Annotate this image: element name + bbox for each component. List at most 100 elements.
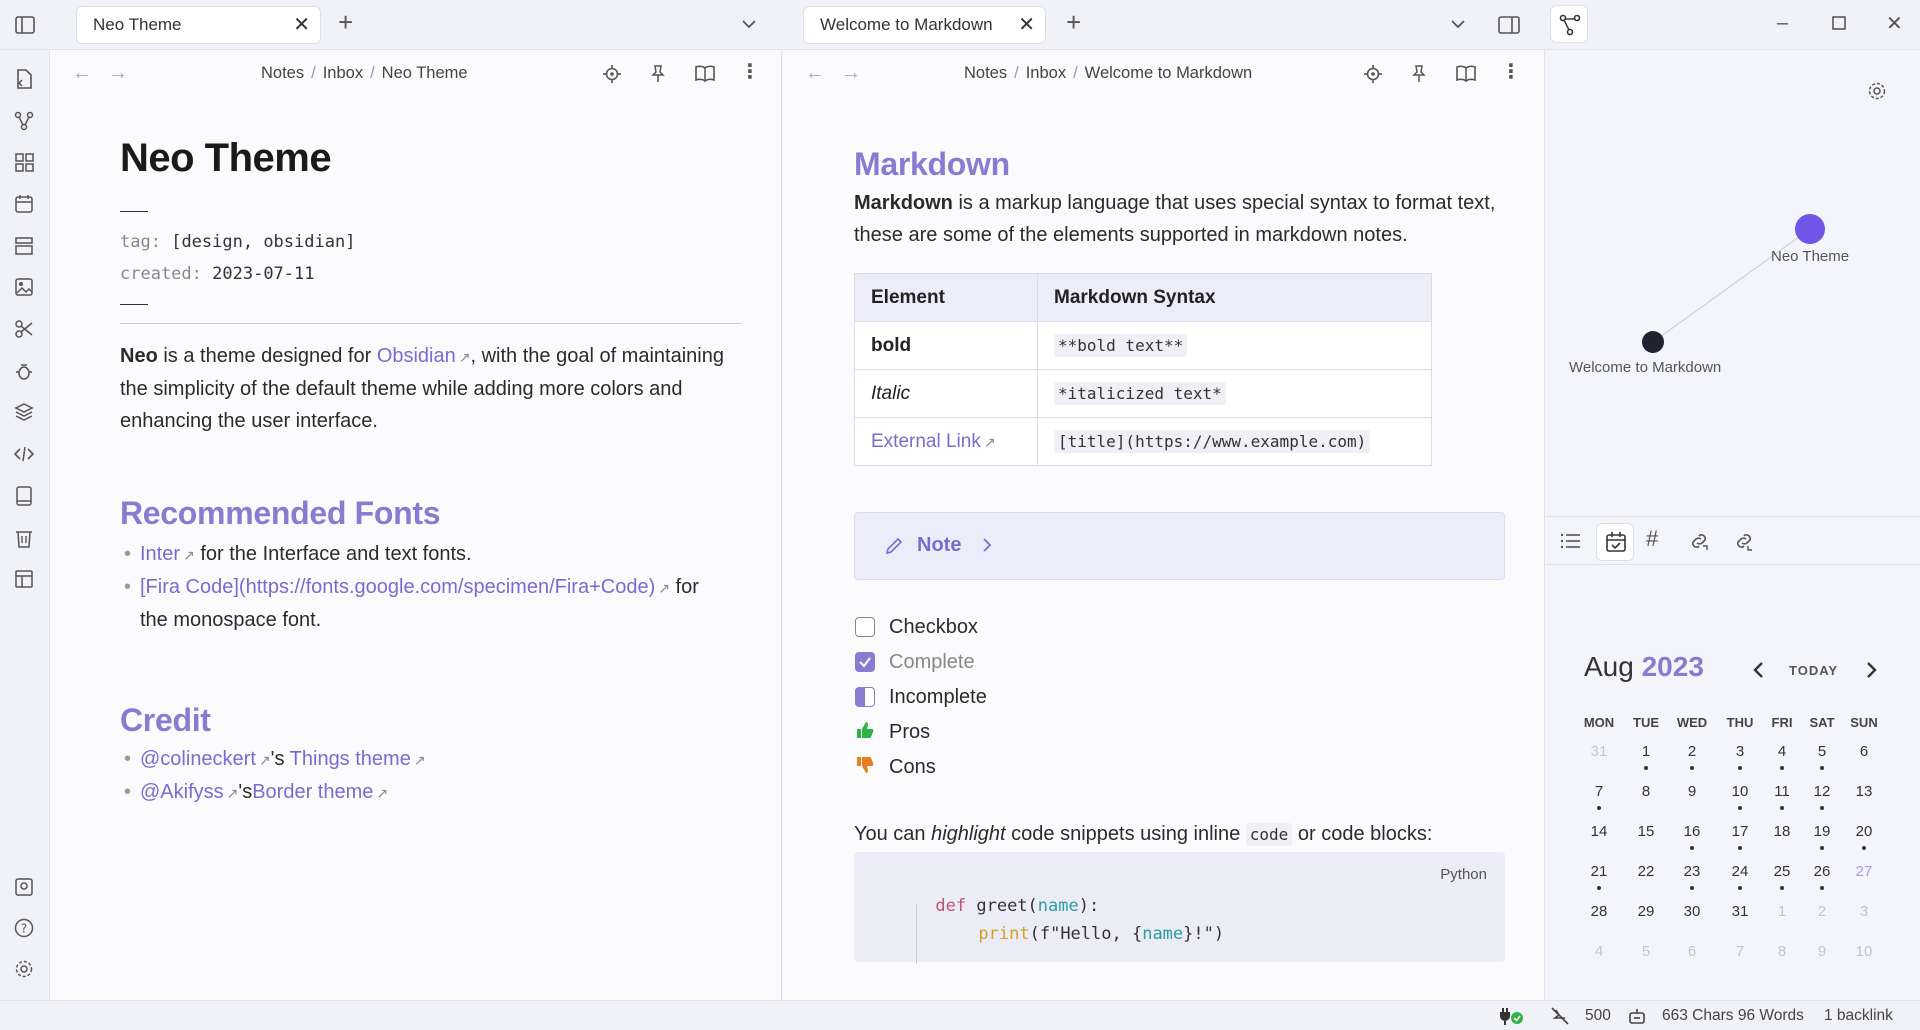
calendar-day[interactable]: 8 — [1626, 783, 1666, 800]
calendar-day[interactable]: 5 — [1802, 743, 1842, 760]
calendar-day[interactable]: 3 — [1720, 743, 1760, 760]
calendar-day[interactable]: 3 — [1844, 903, 1884, 920]
reading-view-icon[interactable] — [694, 64, 716, 84]
image-icon[interactable] — [13, 276, 37, 300]
calendar-day[interactable]: 25 — [1762, 863, 1802, 880]
chevron-left-icon[interactable] — [1752, 661, 1766, 679]
checkbox-checked[interactable] — [855, 652, 875, 672]
outgoing-links-icon[interactable] — [1688, 531, 1710, 551]
inter-link[interactable]: Inter — [140, 543, 180, 565]
akifyss-link[interactable]: @Akifyss — [140, 781, 224, 803]
breadcrumb-item[interactable]: Inbox — [1026, 64, 1066, 82]
graph-view-tab[interactable] — [1550, 5, 1588, 43]
pin-icon[interactable] — [1409, 64, 1429, 84]
calendar-icon[interactable] — [13, 193, 37, 217]
border-theme-link[interactable]: Border theme — [252, 781, 373, 803]
breadcrumb-item[interactable]: Neo Theme — [382, 64, 468, 82]
calendar-day[interactable]: 2 — [1802, 903, 1842, 920]
calendar-day[interactable]: 10 — [1844, 943, 1884, 960]
calendar-day[interactable]: 27 — [1844, 863, 1884, 880]
calendar-day[interactable]: 23 — [1672, 863, 1712, 880]
calendar-day[interactable]: 6 — [1844, 743, 1884, 760]
graph-node[interactable] — [1642, 331, 1664, 353]
breadcrumb-item[interactable]: Notes — [261, 64, 304, 82]
pin-icon[interactable] — [648, 64, 668, 84]
outline-icon[interactable] — [1560, 531, 1582, 551]
settings-icon[interactable] — [13, 958, 37, 982]
calendar-day[interactable]: 6 — [1672, 943, 1712, 960]
forward-arrow-icon[interactable]: → — [108, 63, 128, 83]
things-theme-link[interactable]: Things theme — [290, 748, 411, 770]
help-icon[interactable]: ? — [13, 917, 37, 941]
target-icon[interactable] — [1363, 64, 1383, 84]
back-arrow-icon[interactable]: ← — [805, 63, 825, 83]
close-icon[interactable]: ✕ — [1018, 15, 1035, 35]
calendar-day[interactable]: 8 — [1762, 943, 1802, 960]
backlink-count[interactable]: 1 backlink — [1824, 1007, 1893, 1025]
chevron-down-icon[interactable] — [1449, 15, 1467, 33]
calendar-day[interactable]: 20 — [1844, 823, 1884, 840]
external-link[interactable]: External Link — [871, 431, 981, 452]
new-tab-icon[interactable]: + — [338, 9, 353, 35]
window-close-icon[interactable]: ✕ — [1886, 14, 1903, 34]
backlinks-icon[interactable] — [1733, 531, 1755, 551]
calendar-day[interactable]: 1 — [1762, 903, 1802, 920]
calendar-day[interactable]: 2 — [1672, 743, 1712, 760]
calendar-day[interactable]: 26 — [1802, 863, 1842, 880]
dashboard-icon[interactable] — [13, 151, 37, 175]
more-options-icon[interactable]: ⋮ — [740, 62, 760, 82]
plugin-status-icon[interactable] — [1497, 1006, 1525, 1026]
calendar-day[interactable]: 29 — [1626, 903, 1666, 920]
vault-icon[interactable] — [13, 876, 37, 900]
tab-welcome-to-markdown[interactable]: Welcome to Markdown ✕ — [803, 6, 1046, 44]
calendar-day[interactable]: 21 — [1579, 863, 1619, 880]
breadcrumb-item[interactable]: Notes — [964, 64, 1007, 82]
book-icon[interactable] — [13, 485, 37, 509]
close-icon[interactable]: ✕ — [293, 15, 310, 35]
calendar-day[interactable]: 5 — [1626, 943, 1666, 960]
right-sidebar-toggle-icon[interactable] — [1497, 14, 1521, 36]
reading-view-icon[interactable] — [1455, 64, 1477, 84]
target-icon[interactable] — [602, 64, 622, 84]
fira-code-link[interactable]: [Fira Code](https://fonts.google.com/spe… — [140, 576, 655, 598]
calendar-day[interactable]: 15 — [1626, 823, 1666, 840]
calendar-day[interactable]: 12 — [1802, 783, 1842, 800]
calendar-tab[interactable] — [1596, 523, 1634, 561]
calendar-day[interactable]: 9 — [1672, 783, 1712, 800]
calendar-day[interactable]: 16 — [1672, 823, 1712, 840]
calendar-day[interactable]: 10 — [1720, 783, 1760, 800]
calendar-day[interactable]: 4 — [1762, 743, 1802, 760]
checkbox-incomplete[interactable] — [855, 687, 875, 707]
maximize-icon[interactable] — [1832, 16, 1846, 30]
minimize-icon[interactable]: – — [1777, 13, 1788, 33]
chevron-down-icon[interactable] — [740, 15, 758, 33]
calendar-day[interactable]: 31 — [1720, 903, 1760, 920]
calendar-day[interactable]: 11 — [1762, 783, 1802, 800]
obsidian-link[interactable]: Obsidian — [377, 345, 456, 367]
chevron-right-icon[interactable] — [1864, 661, 1878, 679]
more-options-icon[interactable]: ⋮ — [1501, 62, 1521, 82]
breadcrumb-item[interactable]: Welcome to Markdown — [1085, 64, 1253, 82]
calendar-day[interactable]: 18 — [1762, 823, 1802, 840]
open-file-icon[interactable] — [13, 68, 37, 92]
bug-icon[interactable] — [13, 360, 37, 384]
local-graph[interactable]: Neo Theme Welcome to Markdown — [1546, 50, 1920, 516]
sync-off-icon[interactable] — [1550, 1006, 1570, 1026]
tab-neo-theme[interactable]: Neo Theme ✕ — [76, 6, 321, 44]
back-arrow-icon[interactable]: ← — [72, 63, 92, 83]
calendar-day[interactable]: 4 — [1579, 943, 1619, 960]
calendar-day[interactable]: 7 — [1579, 783, 1619, 800]
tags-icon[interactable]: # — [1646, 528, 1658, 550]
graph-icon[interactable] — [13, 110, 37, 134]
calendar-day[interactable]: 24 — [1720, 863, 1760, 880]
trash-icon[interactable] — [13, 527, 37, 551]
forward-arrow-icon[interactable]: → — [841, 63, 861, 83]
template-icon[interactable] — [13, 568, 37, 592]
calendar-day[interactable]: 28 — [1579, 903, 1619, 920]
calendar-day[interactable]: 9 — [1802, 943, 1842, 960]
kanban-icon[interactable] — [13, 235, 37, 259]
calendar-day[interactable]: 22 — [1626, 863, 1666, 880]
checkbox-unchecked[interactable] — [855, 617, 875, 637]
note-callout[interactable]: Note — [854, 512, 1505, 580]
calendar-day[interactable]: 17 — [1720, 823, 1760, 840]
